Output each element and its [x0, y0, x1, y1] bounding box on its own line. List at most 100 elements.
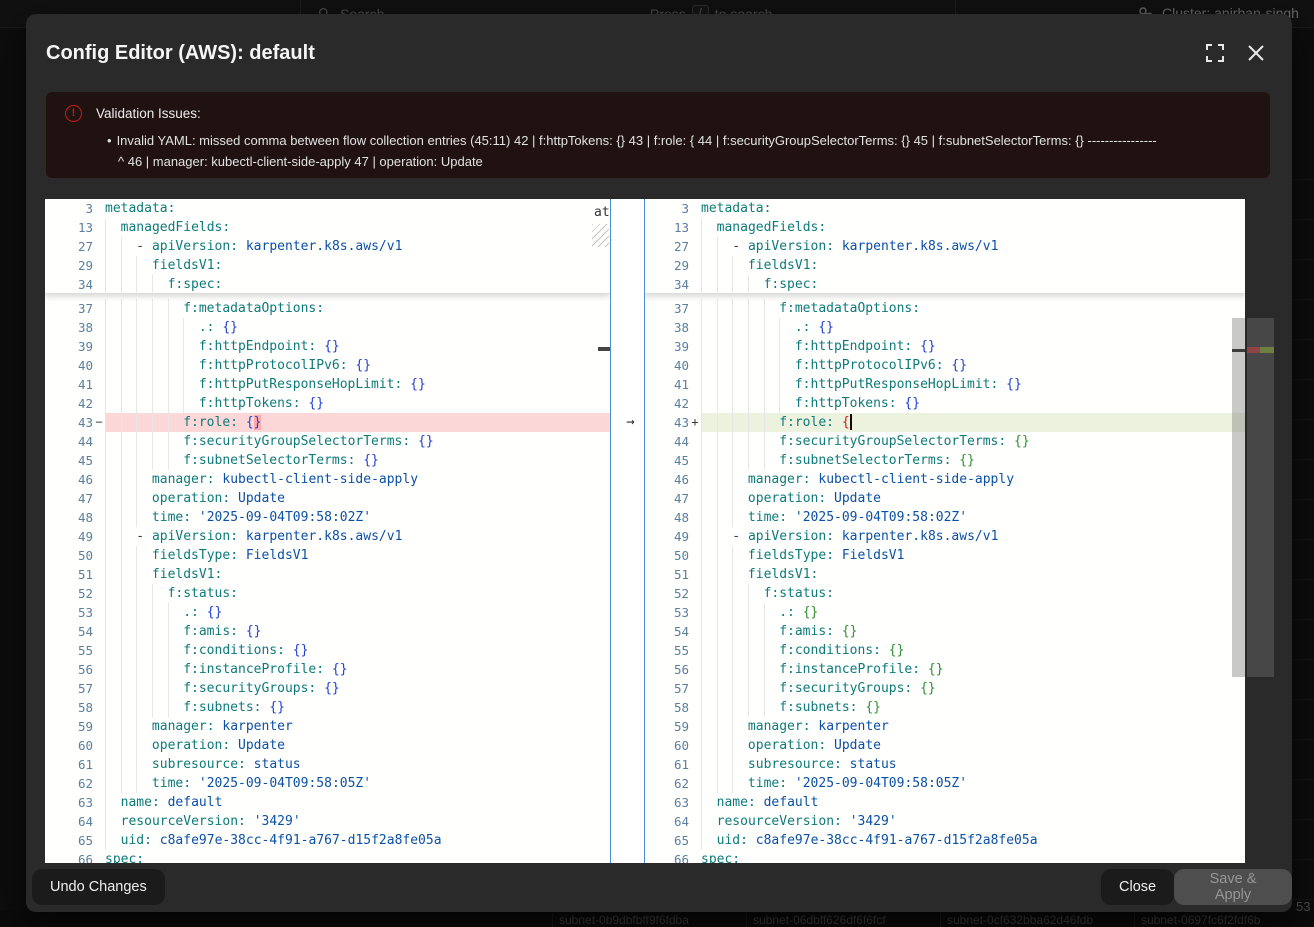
editor-scrollbar[interactable] [1232, 318, 1245, 677]
code-line: 61subresource: status [45, 755, 610, 774]
indent-guide [732, 755, 748, 774]
indent-guide [701, 299, 717, 318]
indent-guide [764, 432, 780, 451]
code-line: 45f:subnetSelectorTerms: {} [45, 451, 610, 470]
indent-guide [717, 256, 733, 275]
indent-guide [764, 698, 780, 717]
indent-guide [701, 356, 717, 375]
indent-guide [732, 375, 748, 394]
scrollbar-cursor-mark [1232, 349, 1245, 352]
code-line: 41f:httpPutResponseHopLimit: {} [45, 375, 610, 394]
modified-editor[interactable]: 37f:metadataOptions:38.: {}39f:httpEndpo… [645, 199, 1245, 863]
code-line: 54f:amis: {} [645, 622, 1245, 641]
indent-guide [717, 527, 733, 546]
indent-guide [732, 584, 748, 603]
indent-guide [183, 318, 199, 337]
indent-guide [717, 584, 733, 603]
indent-guide [105, 218, 121, 237]
indent-guide [764, 299, 780, 318]
code-line: 43+f:role: { [645, 413, 1245, 432]
collapsed-line[interactable]: 13managedFields: [645, 218, 1245, 237]
indent-guide [136, 641, 152, 660]
collapsed-line[interactable]: 3metadata: [645, 199, 1245, 218]
indent-guide [732, 603, 748, 622]
collapsed-line[interactable]: 34f:spec: [645, 275, 1245, 294]
code-line: 63name: default [45, 793, 610, 812]
indent-guide [717, 470, 733, 489]
validation-message-line1: •Invalid YAML: missed comma between flow… [107, 130, 1257, 151]
indent-guide [105, 546, 121, 565]
undo-changes-button[interactable]: Undo Changes [32, 869, 165, 905]
diff-editor: 37f:metadataOptions:38.: {}39f:httpEndpo… [45, 199, 1245, 863]
code-line: 43−f:role: {} [45, 413, 610, 432]
collapsed-line[interactable]: 29fieldsV1: [45, 256, 610, 275]
collapsed-line[interactable]: 27- apiVersion: karpenter.k8s.aws/v1 [645, 237, 1245, 256]
indent-guide [183, 356, 199, 375]
indent-guide [732, 698, 748, 717]
code-line: 60operation: Update [645, 736, 1245, 755]
save-apply-button[interactable]: Save & Apply [1174, 869, 1292, 905]
indent-guide [748, 660, 764, 679]
fullscreen-icon[interactable] [1206, 44, 1224, 62]
validation-issues-title: Validation Issues: [96, 106, 201, 121]
collapsed-line[interactable]: 3metadata: [45, 199, 610, 218]
indent-guide [779, 318, 795, 337]
collapsed-line[interactable]: 34f:spec: [45, 275, 610, 294]
collapsed-region-header[interactable]: 3metadata:13managedFields:27- apiVersion… [45, 199, 610, 294]
collapsed-line[interactable]: 29fieldsV1: [645, 256, 1245, 275]
indent-guide [105, 275, 121, 294]
code-line: 39f:httpEndpoint: {} [45, 337, 610, 356]
indent-guide [701, 489, 717, 508]
indent-guide [105, 603, 121, 622]
indent-guide [105, 413, 121, 432]
indent-guide [121, 622, 137, 641]
indent-guide [717, 603, 733, 622]
indent-guide [748, 356, 764, 375]
indent-guide [701, 413, 717, 432]
indent-guide [152, 337, 168, 356]
indent-guide [136, 318, 152, 337]
revert-change-button[interactable]: → [616, 413, 645, 432]
code-line: 44f:securityGroupSelectorTerms: {} [645, 432, 1245, 451]
diff-sash[interactable] [610, 199, 645, 863]
indent-guide [121, 717, 137, 736]
code-line: 51fieldsV1: [45, 565, 610, 584]
diff-overview-ruler[interactable] [1247, 318, 1274, 677]
code-line: 65uid: c8afe97e-38cc-4f91-a767-d15f2a8fe… [645, 831, 1245, 850]
code-line: 52f:status: [45, 584, 610, 603]
bullet: • [107, 133, 112, 148]
indent-guide [136, 565, 152, 584]
code-line: 62time: '2025-09-04T09:58:05Z' [645, 774, 1245, 793]
indent-guide [168, 603, 184, 622]
indent-guide [717, 622, 733, 641]
code-line: 59manager: karpenter [45, 717, 610, 736]
collapsed-line[interactable]: 27- apiVersion: karpenter.k8s.aws/v1 [45, 237, 610, 256]
indent-guide [168, 622, 184, 641]
original-editor[interactable]: 37f:metadataOptions:38.: {}39f:httpEndpo… [45, 199, 610, 863]
overview-added-mark [1260, 347, 1274, 353]
code-line: 64resourceVersion: '3429' [645, 812, 1245, 831]
indent-guide [732, 256, 748, 275]
collapsed-region-header[interactable]: 3metadata:13managedFields:27- apiVersion… [645, 199, 1245, 294]
indent-guide [701, 755, 717, 774]
indent-guide [732, 432, 748, 451]
close-button[interactable]: Close [1101, 869, 1174, 905]
indent-guide [764, 318, 780, 337]
indent-guide [105, 755, 121, 774]
indent-guide [136, 584, 152, 603]
indent-guide [136, 508, 152, 527]
indent-guide [136, 679, 152, 698]
indent-guide [121, 527, 137, 546]
indent-guide [748, 275, 764, 294]
indent-guide [748, 698, 764, 717]
code-line: 50fieldsType: FieldsV1 [645, 546, 1245, 565]
collapsed-line[interactable]: 13managedFields: [45, 218, 610, 237]
indent-guide [701, 584, 717, 603]
indent-guide [717, 660, 733, 679]
close-icon[interactable] [1247, 44, 1265, 62]
indent-guide [701, 793, 717, 812]
indent-guide [105, 237, 121, 256]
indent-guide [121, 432, 137, 451]
indent-guide [136, 413, 152, 432]
indent-guide [136, 489, 152, 508]
